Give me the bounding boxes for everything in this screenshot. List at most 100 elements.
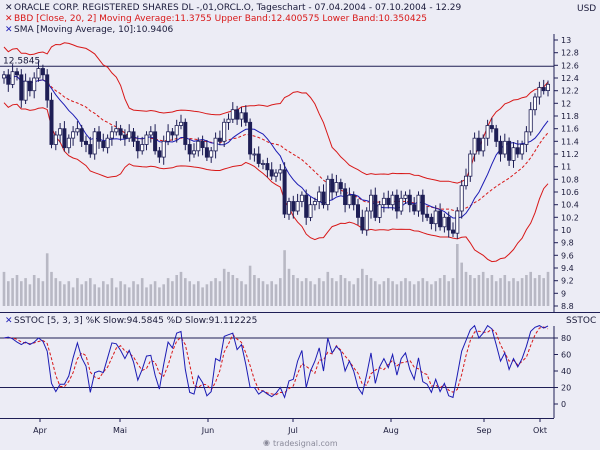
volume-bar [546, 271, 550, 306]
candle-body [455, 210, 460, 234]
candle-body [537, 87, 542, 98]
volume-bar [421, 278, 425, 306]
candle-body [32, 77, 37, 92]
month-label: Sep [476, 426, 491, 435]
candle-body [252, 153, 257, 156]
candle-body [416, 194, 421, 212]
volume-bar [512, 278, 515, 306]
volume-bar [162, 284, 165, 306]
candle-body [463, 175, 468, 187]
volume-bar [11, 278, 14, 306]
sstoc-tick-label: 0 [561, 400, 566, 409]
volume-bar [84, 281, 88, 306]
volume-bar [140, 278, 144, 306]
price-reference-label: 12.5845 [3, 56, 40, 66]
candle-body [407, 194, 412, 206]
candle-body [40, 68, 45, 76]
candle-body [131, 131, 136, 142]
sstoc-legend: SSTOC [5, 3, 3] %K Slow:94.5845 %D Slow:… [14, 316, 257, 326]
chart-canvas: ✕ ORACLE CORP. REGISTERED SHARES DL -,01… [0, 0, 600, 450]
volume-bar [97, 287, 101, 306]
volume-bar [525, 275, 528, 306]
volume-bar [326, 271, 330, 306]
volume-bar [430, 284, 433, 306]
candle-body [53, 134, 58, 145]
candle-body [243, 112, 248, 123]
volume-bar [240, 281, 243, 306]
candle-body [546, 83, 551, 92]
candle-body [498, 140, 503, 155]
volume-bar [481, 271, 485, 306]
candle-body [373, 194, 378, 218]
candle-body [291, 201, 296, 212]
candle-body [433, 210, 438, 225]
candle-body [360, 216, 365, 231]
volume-bar [408, 281, 412, 306]
volume-bar [171, 281, 174, 306]
candle-body [351, 194, 356, 206]
volume-bar [507, 281, 511, 306]
candle-body [502, 140, 507, 155]
candle-body [226, 118, 231, 123]
volume-bar [529, 271, 532, 306]
volume-bar [330, 278, 334, 306]
candle-body [49, 99, 54, 145]
volume-bar [214, 278, 217, 306]
candle-body [191, 150, 196, 155]
volume-bar [387, 278, 390, 306]
candle-body [256, 153, 261, 164]
volume-bar [205, 284, 209, 306]
volume-bar [438, 278, 442, 306]
candle-body [541, 87, 546, 92]
candle-body [438, 210, 443, 228]
volume-bar [456, 244, 459, 306]
volume-bar [158, 287, 161, 306]
candle-body [278, 169, 283, 174]
volume-bar [102, 281, 105, 306]
volume-bar [395, 284, 399, 306]
volume-bar [348, 281, 351, 306]
candle-body [230, 109, 235, 120]
volume-bar [404, 278, 407, 306]
candle-body [507, 140, 512, 161]
candle-body [429, 216, 434, 225]
price-tick-label: 12.4 [561, 74, 579, 83]
candle-body [343, 188, 348, 206]
volume-bar [365, 275, 368, 306]
volume-bar [166, 278, 170, 306]
volume-bar [110, 278, 114, 306]
candle-body [183, 121, 188, 145]
volume-bar [494, 281, 498, 306]
sma-marker-icon: ✕ [5, 25, 13, 35]
candle-body [347, 194, 352, 206]
candle-body [157, 150, 162, 158]
sstoc-marker-icon: ✕ [5, 316, 13, 326]
price-tick-label: 11.4 [561, 137, 579, 146]
candle-body [88, 144, 93, 155]
candle-body [217, 137, 222, 142]
candle-body [260, 163, 265, 165]
candle-body [166, 131, 171, 142]
candle-body [92, 131, 97, 155]
candle-body [109, 131, 114, 139]
candle-body [127, 131, 132, 139]
price-tick-label: 10.4 [561, 201, 579, 210]
volume-bar [335, 281, 338, 306]
volume-bar [477, 275, 481, 306]
volume-bar [520, 278, 524, 306]
volume-bar [270, 281, 273, 306]
candle-body [520, 144, 525, 155]
volume-bar [279, 278, 282, 306]
candle-body [140, 144, 145, 152]
candle-body [425, 213, 430, 218]
volume-bar [412, 284, 416, 306]
chart-window: ✕ ORACLE CORP. REGISTERED SHARES DL -,01… [0, 0, 600, 450]
price-tick-label: 10 [561, 226, 571, 235]
volume-bar [54, 278, 58, 306]
price-tick-label: 11.8 [561, 112, 579, 121]
candle-body [308, 204, 313, 218]
volume-bar [244, 284, 248, 306]
candle-body [481, 137, 486, 152]
price-tick-label: 9 [561, 289, 566, 298]
candle-body [403, 194, 408, 199]
